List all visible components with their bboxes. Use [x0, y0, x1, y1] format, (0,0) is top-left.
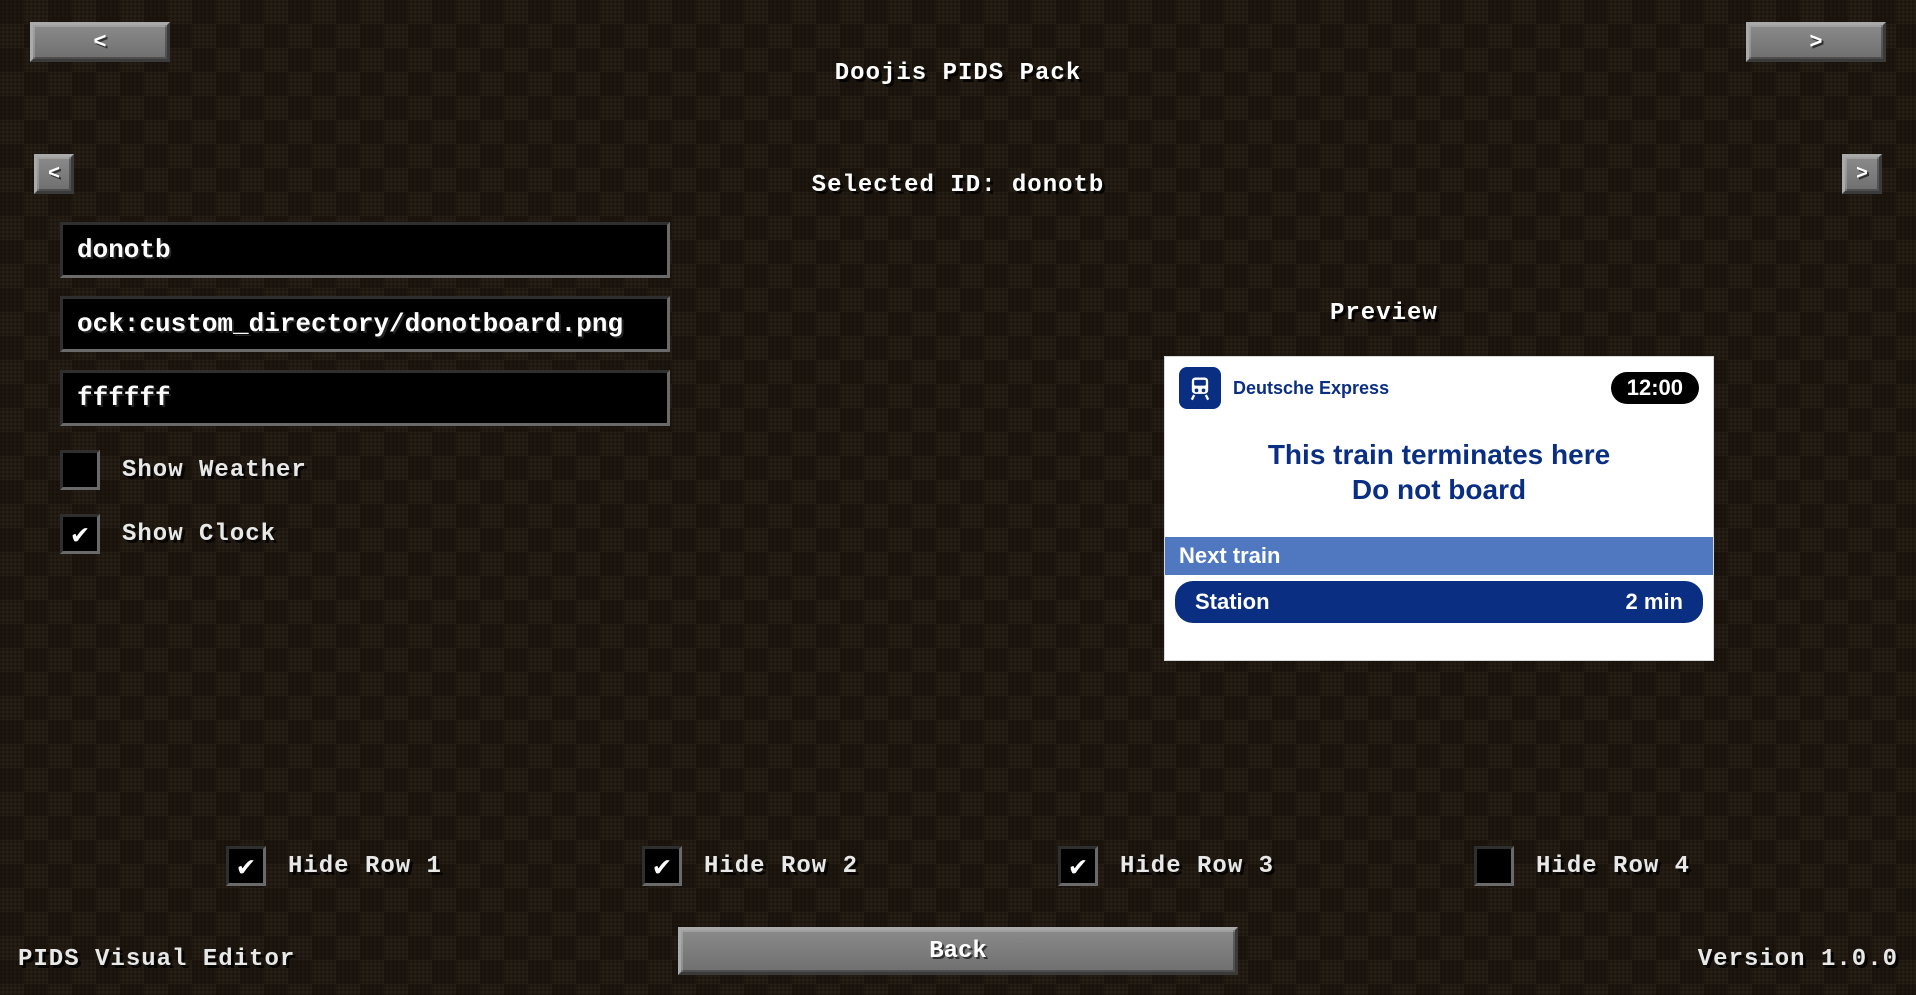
preview-header: Deutsche Express 12:00 — [1165, 357, 1713, 415]
back-button[interactable]: Back — [678, 927, 1238, 975]
show-clock-checkbox[interactable]: ✔ — [60, 514, 100, 554]
hide-row-2-row: ✔ Hide Row 2 — [642, 846, 858, 886]
back-button-label: Back — [929, 938, 987, 965]
hide-row-4-label: Hide Row 4 — [1536, 853, 1690, 880]
preview-message: This train terminates here Do not board — [1165, 437, 1713, 507]
selected-id-prefix: Selected ID: — [812, 172, 1012, 199]
show-weather-label: Show Weather — [122, 457, 307, 484]
preview-clock: 12:00 — [1611, 372, 1699, 404]
preview-label: Preview — [1330, 300, 1438, 327]
prev-id-button[interactable]: < — [34, 154, 74, 194]
selected-id-label: Selected ID: donotb — [812, 172, 1105, 199]
config-form: ✔ Show Weather ✔ Show Clock — [60, 222, 670, 554]
checkmark-icon: ✔ — [238, 849, 255, 884]
preview-panel: Deutsche Express 12:00 This train termin… — [1164, 356, 1714, 661]
hide-row-4-checkbox[interactable]: ✔ — [1474, 846, 1514, 886]
preview-message-line2: Do not board — [1165, 472, 1713, 507]
show-weather-row: ✔ Show Weather — [60, 450, 670, 490]
id-input[interactable] — [60, 222, 670, 278]
page-title: Doojis PIDS Pack — [835, 60, 1081, 87]
hide-row-3-label: Hide Row 3 — [1120, 853, 1274, 880]
preview-station-name: Station — [1195, 589, 1270, 615]
train-icon — [1179, 367, 1221, 409]
preview-brand: Deutsche Express — [1233, 378, 1389, 399]
show-clock-label: Show Clock — [122, 521, 276, 548]
version-label: Version 1.0.0 — [1698, 946, 1898, 973]
next-id-button[interactable]: > — [1842, 154, 1882, 194]
hide-row-1-row: ✔ Hide Row 1 — [226, 846, 442, 886]
color-input[interactable] — [60, 370, 670, 426]
chevron-right-icon: > — [1856, 163, 1868, 186]
chevron-left-icon: < — [93, 30, 106, 55]
hide-row-2-checkbox[interactable]: ✔ — [642, 846, 682, 886]
prev-pack-button[interactable]: < — [30, 22, 170, 62]
hide-row-controls: ✔ Hide Row 1 ✔ Hide Row 2 ✔ Hide Row 3 ✔… — [0, 840, 1916, 886]
preview-next-train-label: Next train — [1165, 537, 1713, 575]
show-clock-row: ✔ Show Clock — [60, 514, 670, 554]
selected-id-value: donotb — [1012, 172, 1104, 199]
hide-row-1-label: Hide Row 1 — [288, 853, 442, 880]
app-name-label: PIDS Visual Editor — [18, 946, 295, 973]
checkmark-icon: ✔ — [654, 849, 671, 884]
preview-station-eta: 2 min — [1626, 589, 1683, 615]
checkmark-icon: ✔ — [1070, 849, 1087, 884]
hide-row-4-row: ✔ Hide Row 4 — [1474, 846, 1690, 886]
hide-row-3-checkbox[interactable]: ✔ — [1058, 846, 1098, 886]
hide-row-2-label: Hide Row 2 — [704, 853, 858, 880]
next-pack-button[interactable]: > — [1746, 22, 1886, 62]
chevron-left-icon: < — [48, 163, 60, 186]
hide-row-3-row: ✔ Hide Row 3 — [1058, 846, 1274, 886]
chevron-right-icon: > — [1809, 30, 1822, 55]
preview-message-line1: This train terminates here — [1165, 437, 1713, 472]
checkmark-icon: ✔ — [72, 517, 89, 552]
show-weather-checkbox[interactable]: ✔ — [60, 450, 100, 490]
hide-row-1-checkbox[interactable]: ✔ — [226, 846, 266, 886]
path-input[interactable] — [60, 296, 670, 352]
preview-station-row: Station 2 min — [1175, 581, 1703, 623]
